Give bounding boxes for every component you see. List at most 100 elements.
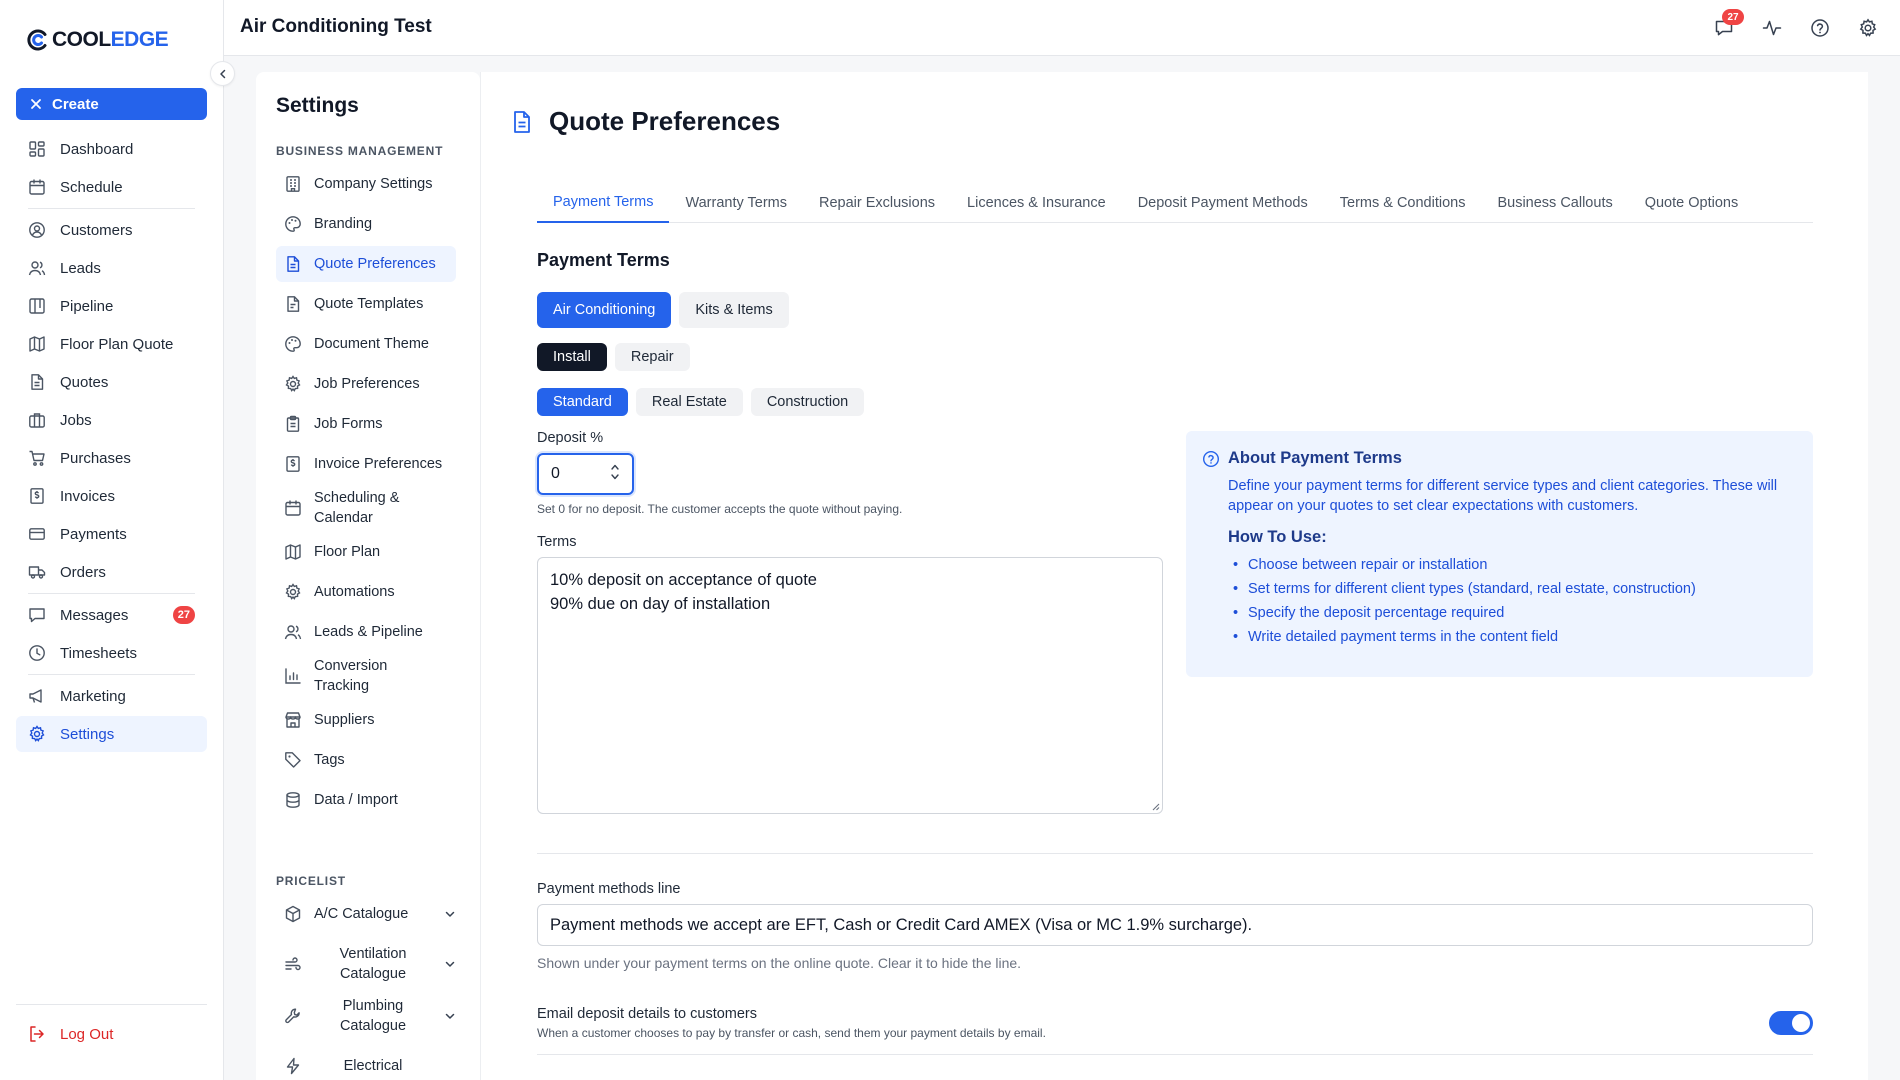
settings-item-label: Quote Preferences [314, 256, 436, 272]
nav-item-dashboard[interactable]: Dashboard [16, 131, 207, 167]
tab-terms-conditions[interactable]: Terms & Conditions [1324, 182, 1482, 223]
settings-item-job-preferences[interactable]: Job Preferences [276, 366, 456, 402]
user-circle-icon [29, 222, 45, 238]
nav-item-floor-plan-quote[interactable]: Floor Plan Quote [16, 326, 207, 362]
tab-warranty-terms[interactable]: Warranty Terms [669, 182, 803, 223]
chevron-down-icon [445, 1013, 455, 1019]
nav-item-jobs[interactable]: Jobs [16, 402, 207, 438]
job-type-option-install[interactable]: Install [537, 343, 607, 371]
tab-payment-terms[interactable]: Payment Terms [537, 182, 670, 223]
tab-licences-insurance[interactable]: Licences & Insurance [951, 182, 1122, 223]
pricelist-item-ac-catalogue[interactable]: A/C Catalogue [276, 896, 456, 932]
terms-line: 10% deposit on acceptance of quote [550, 571, 817, 589]
tab-repair-exclusions[interactable]: Repair Exclusions [803, 182, 951, 223]
map-icon [29, 336, 45, 352]
settings-item-floor-plan[interactable]: Floor Plan [276, 534, 456, 570]
settings-item-suppliers[interactable]: Suppliers [276, 702, 456, 738]
caret-up-icon[interactable] [610, 463, 620, 471]
nav-label: Messages [60, 606, 129, 624]
tab-deposit-payment-methods[interactable]: Deposit Payment Methods [1122, 182, 1324, 223]
info-title: About Payment Terms [1202, 449, 1797, 468]
dashboard-icon [29, 141, 45, 157]
about-payment-terms-box: About Payment Terms Define your payment … [1186, 431, 1813, 677]
nav-item-timesheets[interactable]: Timesheets [16, 635, 207, 671]
settings-item-label: Scheduling & Calendar [314, 490, 400, 526]
clipboard-icon [286, 415, 300, 432]
deposit-stepper[interactable] [610, 463, 620, 481]
notifications-button[interactable]: 27 [1712, 9, 1744, 40]
nav-item-payments[interactable]: Payments [16, 516, 207, 552]
settings-item-quote-templates[interactable]: Quote Templates [276, 286, 456, 322]
activity-button[interactable] [1760, 16, 1784, 40]
deposit-label: Deposit % [537, 430, 604, 446]
chevron-down-icon [445, 911, 455, 917]
settings-item-conversion-tracking[interactable]: Conversion Tracking [276, 654, 456, 698]
settings-item-invoice-preferences[interactable]: Invoice Preferences [276, 446, 456, 482]
activity-icon [1762, 20, 1782, 36]
settings-item-data-import[interactable]: Data / Import [276, 782, 456, 818]
nav-label: Timesheets [60, 644, 137, 662]
settings-item-label: Floor Plan [314, 544, 381, 560]
pricelist-item-plumbing-catalogue[interactable]: Plumbing Catalogue [276, 996, 456, 1036]
nav-item-orders[interactable]: Orders [16, 554, 207, 590]
nav-item-invoices[interactable]: Invoices [16, 478, 207, 514]
settings-item-label: Document Theme [314, 336, 429, 352]
collapse-sidebar-button[interactable] [210, 61, 235, 86]
nav-label: Pipeline [60, 297, 114, 315]
logout-button[interactable]: Log Out [28, 1025, 113, 1043]
settings-item-branding[interactable]: Branding [276, 206, 456, 242]
pricelist-item-ventilation-catalogue[interactable]: Ventilation Catalogue [276, 944, 456, 984]
settings-item-job-forms[interactable]: Job Forms [276, 406, 456, 442]
resize-handle-icon[interactable] [1150, 801, 1160, 811]
settings-title: Settings [276, 94, 359, 117]
category-option-air-conditioning[interactable]: Air Conditioning [537, 292, 672, 328]
nav-item-purchases[interactable]: Purchases [16, 440, 207, 476]
settings-item-tags[interactable]: Tags [276, 742, 456, 778]
nav-item-schedule[interactable]: Schedule [16, 169, 207, 205]
nav-item-messages[interactable]: Messages 27 [16, 597, 207, 633]
settings-item-company-settings[interactable]: Company Settings [276, 166, 456, 202]
email-deposit-toggle[interactable] [1769, 1011, 1813, 1035]
quote-preferences-main: Quote Preferences Payment Terms Warranty… [480, 72, 1868, 1080]
help-button[interactable] [1808, 16, 1832, 40]
nav-item-leads[interactable]: Leads [16, 250, 207, 286]
settings-item-leads-pipeline[interactable]: Leads & Pipeline [276, 614, 456, 650]
tab-quote-options[interactable]: Quote Options [1629, 182, 1755, 223]
settings-item-quote-preferences[interactable]: Quote Preferences [276, 246, 456, 282]
nav-label: Invoices [60, 487, 116, 505]
how-to-step: Write detailed payment terms in the cont… [1228, 625, 1797, 649]
client-type-option-standard[interactable]: Standard [537, 388, 628, 416]
megaphone-icon [29, 689, 42, 703]
job-type-option-repair[interactable]: Repair [614, 343, 690, 371]
settings-item-document-theme[interactable]: Document Theme [276, 326, 456, 362]
client-type-option-real-estate[interactable]: Real Estate [635, 388, 743, 416]
nav-item-marketing[interactable]: Marketing [16, 678, 207, 714]
main-nav: Dashboard Schedule Customers Leads Pipel… [16, 131, 207, 754]
chevron-down-icon [445, 961, 455, 967]
terms-textarea[interactable]: 10% deposit on acceptance of quote 90% d… [537, 557, 1163, 814]
tab-business-callouts[interactable]: Business Callouts [1481, 182, 1628, 223]
settings-item-automations[interactable]: Automations [276, 574, 456, 610]
pricelist-item-electrical[interactable]: Electrical [276, 1048, 456, 1080]
job-type-selector: Install Repair [537, 343, 690, 371]
settings-item-scheduling-calendar[interactable]: Scheduling & Calendar [276, 486, 456, 530]
client-type-option-construction[interactable]: Construction [750, 388, 865, 416]
nav-item-pipeline[interactable]: Pipeline [16, 288, 207, 324]
deposit-percent-input[interactable]: 0 [537, 453, 634, 495]
category-option-kits-items[interactable]: Kits & Items [679, 292, 789, 328]
payment-methods-input[interactable]: Payment methods we accept are EFT, Cash … [537, 904, 1813, 946]
create-button[interactable]: Create [16, 88, 207, 120]
nav-label: Settings [60, 725, 115, 743]
nav-item-customers[interactable]: Customers [16, 212, 207, 248]
help-icon [1202, 450, 1220, 467]
terms-label: Terms [537, 534, 577, 550]
nav-divider [28, 674, 195, 675]
client-type-selector: Standard Real Estate Construction [537, 388, 865, 416]
nav-divider [28, 593, 195, 594]
settings-button[interactable] [1856, 16, 1880, 40]
caret-down-icon[interactable] [610, 473, 620, 481]
nav-item-settings[interactable]: Settings [16, 716, 207, 752]
cooledge-logo[interactable]: COOLEDGE [26, 28, 169, 52]
nav-item-quotes[interactable]: Quotes [16, 364, 207, 400]
settings-item-label: Tags [314, 752, 345, 768]
